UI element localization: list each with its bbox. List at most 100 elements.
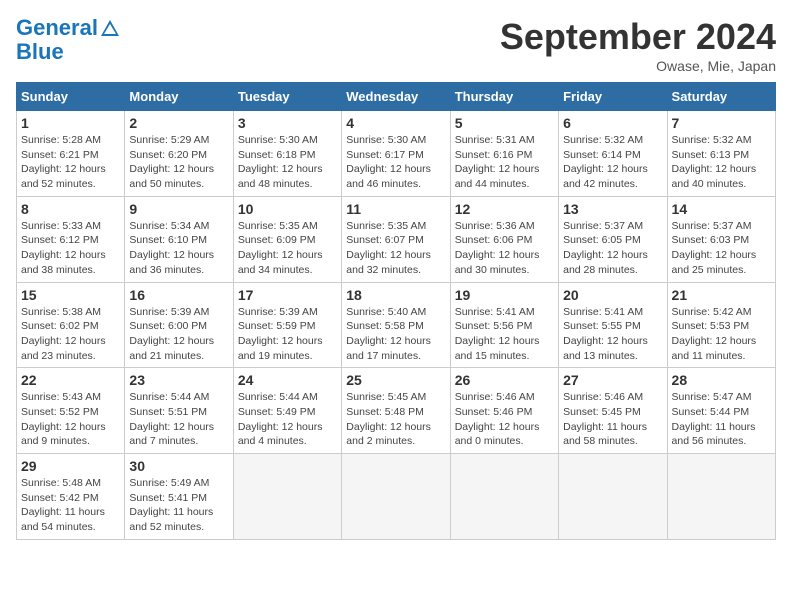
calendar-day-28: 28Sunrise: 5:47 AMSunset: 5:44 PMDayligh… (667, 368, 775, 454)
day-info: Sunrise: 5:48 AMSunset: 5:42 PMDaylight:… (21, 477, 105, 533)
day-number: 19 (455, 287, 554, 303)
day-info: Sunrise: 5:36 AMSunset: 6:06 PMDaylight:… (455, 220, 540, 276)
calendar-day-26: 26 Sunrise: 5:46 AMSunset: 5:46 PMDayligh… (450, 368, 558, 454)
weekday-sunday: Sunday (17, 83, 125, 111)
calendar-day-empty (233, 454, 341, 540)
calendar-day-14: 14 Sunrise: 5:37 AMSunset: 6:03 PMDayligh… (667, 196, 775, 282)
day-info: Sunrise: 5:46 AMSunset: 5:46 PMDaylight:… (455, 391, 540, 447)
calendar-day-22: 22Sunrise: 5:43 AMSunset: 5:52 PMDayligh… (17, 368, 125, 454)
day-info: Sunrise: 5:39 AMSunset: 5:59 PMDaylight:… (238, 306, 323, 362)
calendar-day-6: 6 Sunrise: 5:32 AMSunset: 6:14 PMDaylight… (559, 111, 667, 197)
calendar-day-empty (450, 454, 558, 540)
day-number: 7 (672, 115, 771, 131)
calendar-day-19: 19 Sunrise: 5:41 AMSunset: 5:56 PMDayligh… (450, 282, 558, 368)
calendar-table: SundayMondayTuesdayWednesdayThursdayFrid… (16, 82, 776, 540)
day-number: 4 (346, 115, 445, 131)
calendar-week-2: 8 Sunrise: 5:33 AMSunset: 6:12 PMDaylight… (17, 196, 776, 282)
day-info: Sunrise: 5:41 AMSunset: 5:56 PMDaylight:… (455, 306, 540, 362)
day-number: 22 (21, 372, 120, 388)
day-number: 24 (238, 372, 337, 388)
day-number: 6 (563, 115, 662, 131)
weekday-monday: Monday (125, 83, 233, 111)
calendar-day-24: 24Sunrise: 5:44 AMSunset: 5:49 PMDayligh… (233, 368, 341, 454)
calendar-day-7: 7 Sunrise: 5:32 AMSunset: 6:13 PMDaylight… (667, 111, 775, 197)
calendar-day-18: 18 Sunrise: 5:40 AMSunset: 5:58 PMDayligh… (342, 282, 450, 368)
day-number: 26 (455, 372, 554, 388)
day-number: 11 (346, 201, 445, 217)
day-info: Sunrise: 5:46 AMSunset: 5:45 PMDaylight:… (563, 391, 647, 447)
weekday-tuesday: Tuesday (233, 83, 341, 111)
day-info: Sunrise: 5:38 AMSunset: 6:02 PMDaylight:… (21, 306, 106, 362)
calendar-day-27: 27Sunrise: 5:46 AMSunset: 5:45 PMDayligh… (559, 368, 667, 454)
day-info: Sunrise: 5:45 AMSunset: 5:48 PMDaylight:… (346, 391, 431, 447)
calendar-day-empty (559, 454, 667, 540)
weekday-saturday: Saturday (667, 83, 775, 111)
day-number: 3 (238, 115, 337, 131)
calendar-day-8: 8 Sunrise: 5:33 AMSunset: 6:12 PMDaylight… (17, 196, 125, 282)
calendar-week-4: 22Sunrise: 5:43 AMSunset: 5:52 PMDayligh… (17, 368, 776, 454)
calendar-day-1: 1 Sunrise: 5:28 AMSunset: 6:21 PMDaylight… (17, 111, 125, 197)
day-info: Sunrise: 5:49 AMSunset: 5:41 PMDaylight:… (129, 477, 213, 533)
calendar-week-1: 1 Sunrise: 5:28 AMSunset: 6:21 PMDaylight… (17, 111, 776, 197)
day-number: 10 (238, 201, 337, 217)
calendar-body: 1 Sunrise: 5:28 AMSunset: 6:21 PMDaylight… (17, 111, 776, 540)
calendar-day-25: 25 Sunrise: 5:45 AMSunset: 5:48 PMDayligh… (342, 368, 450, 454)
location: Owase, Mie, Japan (500, 58, 776, 74)
day-number: 28 (672, 372, 771, 388)
day-info: Sunrise: 5:30 AMSunset: 6:18 PMDaylight:… (238, 134, 323, 190)
day-info: Sunrise: 5:40 AMSunset: 5:58 PMDaylight:… (346, 306, 431, 362)
calendar-day-2: 2 Sunrise: 5:29 AMSunset: 6:20 PMDaylight… (125, 111, 233, 197)
calendar-week-5: 29 Sunrise: 5:48 AMSunset: 5:42 PMDayligh… (17, 454, 776, 540)
calendar-day-4: 4 Sunrise: 5:30 AMSunset: 6:17 PMDaylight… (342, 111, 450, 197)
month-title: September 2024 (500, 16, 776, 58)
day-info: Sunrise: 5:42 AMSunset: 5:53 PMDaylight:… (672, 306, 757, 362)
calendar-day-13: 13Sunrise: 5:37 AMSunset: 6:05 PMDayligh… (559, 196, 667, 282)
day-number: 9 (129, 201, 228, 217)
day-info: Sunrise: 5:41 AMSunset: 5:55 PMDaylight:… (563, 306, 648, 362)
day-info: Sunrise: 5:32 AMSunset: 6:14 PMDaylight:… (563, 134, 648, 190)
title-block: September 2024 Owase, Mie, Japan (500, 16, 776, 74)
day-info: Sunrise: 5:32 AMSunset: 6:13 PMDaylight:… (672, 134, 757, 190)
day-info: Sunrise: 5:31 AMSunset: 6:16 PMDaylight:… (455, 134, 540, 190)
logo-icon (99, 18, 121, 40)
day-number: 8 (21, 201, 120, 217)
day-number: 15 (21, 287, 120, 303)
day-number: 18 (346, 287, 445, 303)
day-info: Sunrise: 5:28 AMSunset: 6:21 PMDaylight:… (21, 134, 106, 190)
day-info: Sunrise: 5:37 AMSunset: 6:03 PMDaylight:… (672, 220, 757, 276)
day-info: Sunrise: 5:35 AMSunset: 6:09 PMDaylight:… (238, 220, 323, 276)
logo: GeneralBlue (16, 16, 122, 64)
calendar-day-11: 11Sunrise: 5:35 AMSunset: 6:07 PMDayligh… (342, 196, 450, 282)
weekday-header: SundayMondayTuesdayWednesdayThursdayFrid… (17, 83, 776, 111)
calendar-day-5: 5 Sunrise: 5:31 AMSunset: 6:16 PMDaylight… (450, 111, 558, 197)
day-info: Sunrise: 5:29 AMSunset: 6:20 PMDaylight:… (129, 134, 214, 190)
calendar-day-12: 12Sunrise: 5:36 AMSunset: 6:06 PMDayligh… (450, 196, 558, 282)
calendar-day-16: 16Sunrise: 5:39 AMSunset: 6:00 PMDayligh… (125, 282, 233, 368)
day-number: 29 (21, 458, 120, 474)
day-number: 25 (346, 372, 445, 388)
day-number: 30 (129, 458, 228, 474)
logo-text: GeneralBlue (16, 16, 122, 64)
calendar-day-3: 3 Sunrise: 5:30 AMSunset: 6:18 PMDaylight… (233, 111, 341, 197)
calendar-day-10: 10 Sunrise: 5:35 AMSunset: 6:09 PMDayligh… (233, 196, 341, 282)
calendar-day-21: 21 Sunrise: 5:42 AMSunset: 5:53 PMDayligh… (667, 282, 775, 368)
day-info: Sunrise: 5:34 AMSunset: 6:10 PMDaylight:… (129, 220, 214, 276)
calendar-day-empty (667, 454, 775, 540)
calendar-day-15: 15 Sunrise: 5:38 AMSunset: 6:02 PMDayligh… (17, 282, 125, 368)
day-number: 1 (21, 115, 120, 131)
weekday-thursday: Thursday (450, 83, 558, 111)
calendar-day-empty (342, 454, 450, 540)
day-info: Sunrise: 5:33 AMSunset: 6:12 PMDaylight:… (21, 220, 106, 276)
day-info: Sunrise: 5:37 AMSunset: 6:05 PMDaylight:… (563, 220, 648, 276)
day-number: 21 (672, 287, 771, 303)
page-header: GeneralBlue September 2024 Owase, Mie, J… (16, 16, 776, 74)
day-number: 16 (129, 287, 228, 303)
day-info: Sunrise: 5:30 AMSunset: 6:17 PMDaylight:… (346, 134, 431, 190)
day-number: 14 (672, 201, 771, 217)
day-number: 2 (129, 115, 228, 131)
calendar-day-17: 17Sunrise: 5:39 AMSunset: 5:59 PMDayligh… (233, 282, 341, 368)
calendar-day-30: 30 Sunrise: 5:49 AMSunset: 5:41 PMDayligh… (125, 454, 233, 540)
calendar-day-9: 9 Sunrise: 5:34 AMSunset: 6:10 PMDaylight… (125, 196, 233, 282)
day-number: 20 (563, 287, 662, 303)
day-number: 5 (455, 115, 554, 131)
